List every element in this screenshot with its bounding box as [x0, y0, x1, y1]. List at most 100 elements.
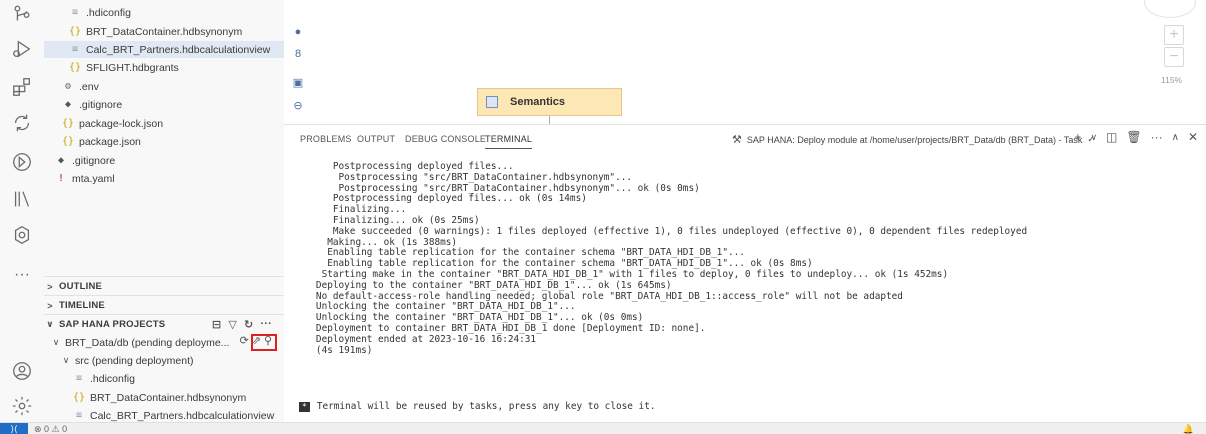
more-actions-icon[interactable]: ···: [1151, 130, 1163, 144]
tree-item[interactable]: ! mta.yaml: [44, 170, 284, 187]
palette-item-icon[interactable]: ●: [292, 26, 304, 38]
tree-item-label: .env: [79, 80, 99, 93]
terminal-line: Deploying to the container "BRT_DATA_HDI…: [299, 279, 672, 291]
tree-item[interactable]: {} BRT_DataContainer.hdbsynonym: [44, 23, 284, 40]
bind-icon[interactable]: ⟳: [240, 334, 249, 347]
panel-actions: + ∨ ◫ 🗑 ··· ∧ ✕: [1074, 130, 1198, 144]
tree-item-label: Calc_BRT_Partners.hdbcalculationview: [90, 409, 275, 422]
file-icon: ≡: [75, 410, 83, 421]
divider: [44, 276, 284, 277]
library-icon[interactable]: [9, 186, 35, 212]
tree-item-label: package-lock.json: [79, 117, 164, 130]
palette-item-icon[interactable]: 8: [292, 48, 304, 60]
terminal-line: (4s 191ms): [299, 344, 373, 356]
tree-item[interactable]: ◆ .gitignore: [44, 96, 284, 113]
tree-item[interactable]: ≡ .hdiconfig: [44, 4, 284, 21]
collapse-all-icon[interactable]: ⊟: [212, 318, 221, 331]
palette-item-icon[interactable]: ⊖: [292, 99, 304, 112]
terminal-line: Make succeeded (0 warnings): 1 files dep…: [299, 225, 1028, 237]
explorer-sidebar: ≡ .hdiconfig {} BRT_DataContainer.hdbsyn…: [44, 0, 284, 434]
tree-item-label: .gitignore: [79, 98, 123, 111]
zoom-level: 115%: [1161, 75, 1183, 85]
close-panel-icon[interactable]: ✕: [1188, 130, 1198, 144]
tree-item-label: package.json: [79, 135, 141, 148]
timeline-label: TIMELINE: [59, 300, 105, 311]
new-terminal-icon[interactable]: +: [1074, 130, 1081, 144]
chevron-right-icon: >: [47, 281, 53, 292]
terminal-line: Postprocessing deployed files... ok (0s …: [299, 193, 587, 205]
terminal-line: Postprocessing "src/BRT_DataContainer.hd…: [299, 171, 633, 183]
zoom-in-button[interactable]: +: [1164, 25, 1184, 45]
extensions-icon[interactable]: [9, 74, 35, 100]
json-icon: {}: [61, 136, 75, 147]
zoom-out-button[interactable]: −: [1164, 47, 1184, 67]
divider: [44, 295, 284, 296]
tab-problems[interactable]: PROBLEMS: [300, 134, 352, 144]
calculation-view-canvas: ● 8 ▣ ⊖ Semantics + − 115%: [284, 0, 1206, 124]
tree-item[interactable]: {} package-lock.json: [44, 115, 284, 132]
terminal-line: Deployment ended at 2023-10-16 16:24:31: [299, 333, 537, 345]
src-folder-row[interactable]: ∨ src (pending deployment): [44, 352, 284, 369]
tree-item[interactable]: {} package.json: [44, 133, 284, 150]
sap-hana-projects-label: SAP HANA PROJECTS: [59, 319, 166, 330]
tab-terminal[interactable]: TERMINAL: [485, 134, 533, 149]
notifications-icon[interactable]: 🔔: [1183, 423, 1194, 434]
project-row[interactable]: ∨ BRT_Data/db (pending deployme... ⟳ ⇗ ⚲: [44, 334, 284, 351]
semantics-label: Semantics: [510, 96, 566, 108]
tree-item[interactable]: ◆ .gitignore: [44, 152, 284, 169]
palette-item-icon[interactable]: ▣: [292, 76, 304, 89]
outline-section[interactable]: > OUTLINE: [44, 278, 284, 295]
tree-item[interactable]: ⚙ .env: [44, 78, 284, 95]
more-actions-icon[interactable]: ···: [260, 318, 272, 331]
tree-item[interactable]: {} SFLIGHT.hdbgrants: [44, 59, 284, 76]
tools-icon: ⚒: [732, 134, 742, 146]
yaml-icon: !: [57, 173, 65, 184]
run-debug-icon[interactable]: [9, 36, 35, 62]
remote-indicator-icon[interactable]: ⟩⟨: [0, 423, 28, 434]
split-terminal-icon[interactable]: ◫: [1106, 130, 1117, 144]
highlight-box: [251, 334, 277, 351]
status-bar: ⟩⟨ ⊗ 0 ⚠ 0 🔔: [0, 422, 1206, 434]
tree-item-selected[interactable]: ≡ Calc_BRT_Partners.hdbcalculationview: [44, 41, 284, 58]
trash-icon[interactable]: 🗑: [1126, 130, 1141, 144]
gear-icon: ⚙: [64, 81, 72, 92]
remote-explorer-icon[interactable]: [9, 110, 35, 136]
json-icon: {}: [61, 118, 75, 129]
account-icon[interactable]: [9, 358, 35, 384]
more-icon[interactable]: ···: [9, 262, 35, 288]
problems-count[interactable]: ⊗ 0 ⚠ 0: [34, 423, 67, 434]
task-title-text: SAP HANA: Deploy module at /home/user/pr…: [746, 134, 1083, 145]
source-control-icon[interactable]: [9, 2, 35, 28]
tab-debug-console[interactable]: DEBUG CONSOLE: [405, 134, 486, 144]
divider: [44, 314, 284, 315]
tree-item-label: mta.yaml: [72, 172, 115, 185]
terminal-output[interactable]: Postprocessing deployed files... Postpro…: [299, 161, 1199, 356]
refresh-icon[interactable]: ↻: [244, 318, 253, 331]
sap-icon[interactable]: [9, 149, 35, 175]
tree-item[interactable]: {} BRT_DataContainer.hdbsynonym: [44, 389, 284, 406]
tree-item[interactable]: ≡ .hdiconfig: [44, 370, 284, 387]
project-label: BRT_Data/db (pending deployme...: [65, 336, 230, 349]
sap-hana-projects-section[interactable]: ∨ SAP HANA PROJECTS ⊟ ▽ ↻ ···: [44, 316, 284, 333]
git-icon: ◆: [57, 155, 65, 166]
git-icon: ◆: [64, 99, 72, 110]
timeline-section[interactable]: > TIMELINE: [44, 297, 284, 314]
bottom-panel: PROBLEMS OUTPUT DEBUG CONSOLE TERMINAL ⚒…: [284, 124, 1206, 422]
zoom-dial[interactable]: [1144, 0, 1196, 18]
maximize-panel-icon[interactable]: ∧: [1172, 132, 1179, 143]
node-connector: [549, 116, 550, 124]
chevron-down-icon: ∨: [62, 355, 70, 365]
tree-item-label: BRT_DataContainer.hdbsynonym: [90, 391, 247, 404]
tab-output[interactable]: OUTPUT: [357, 134, 395, 144]
terminal-task-title[interactable]: ⚒ SAP HANA: Deploy module at /home/user/…: [732, 133, 1095, 146]
settings-gear-icon[interactable]: [9, 222, 35, 248]
semantics-node[interactable]: Semantics: [477, 88, 622, 116]
chevron-down-icon: ∨: [52, 337, 60, 347]
manage-gear-icon[interactable]: [9, 393, 35, 419]
terminal-final-message: Terminal will be reused by tasks, press …: [316, 401, 656, 412]
terminal-dropdown-icon[interactable]: ∨: [1090, 132, 1097, 143]
tree-item-label: .gitignore: [72, 154, 116, 167]
filter-icon[interactable]: ▽: [228, 318, 237, 331]
tree-item-label: Calc_BRT_Partners.hdbcalculationview: [86, 43, 271, 56]
file-icon: ≡: [71, 7, 79, 18]
